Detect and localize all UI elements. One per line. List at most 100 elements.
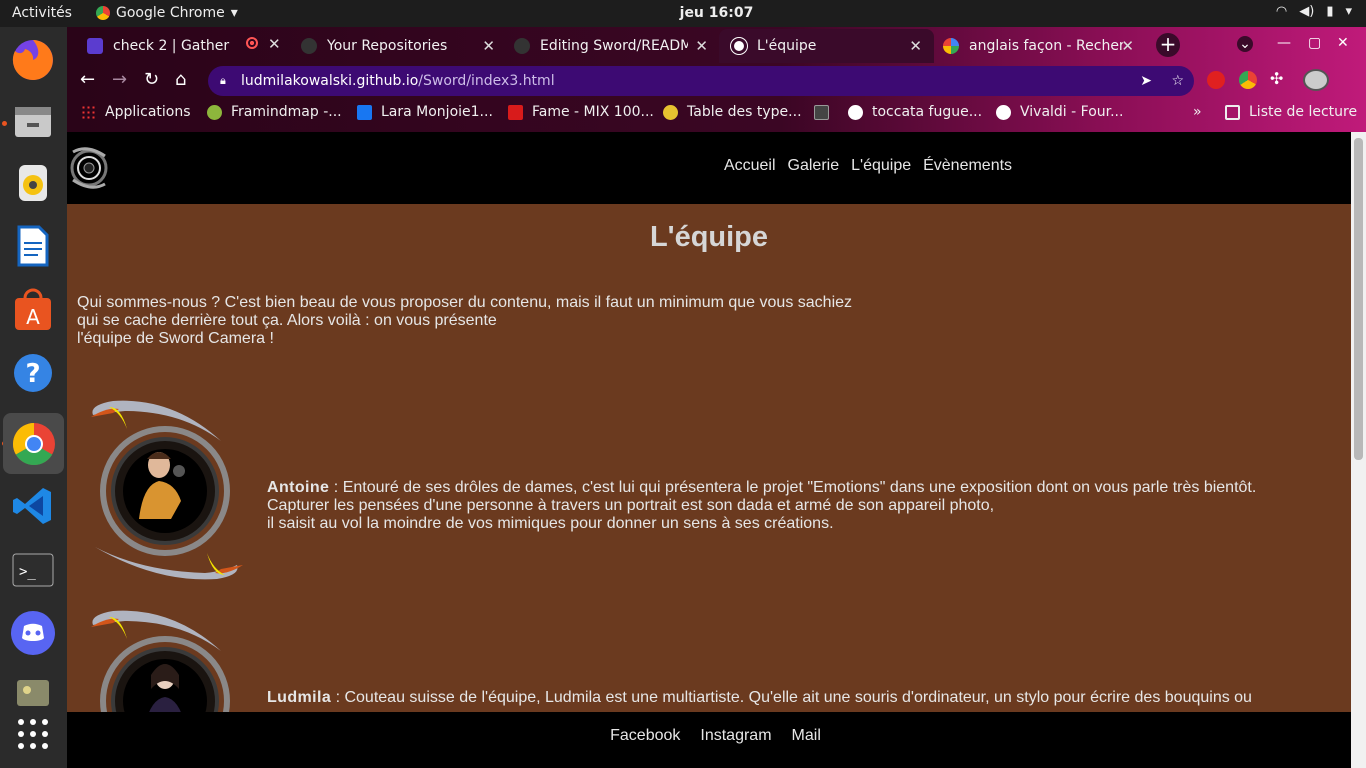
tab-title: check 2 | Gather: [113, 38, 230, 54]
member-name: Antoine: [267, 479, 330, 496]
address-bar[interactable]: 🔒︎ ludmilakowalski.github.io/Sword/index…: [208, 66, 1194, 96]
footer-instagram-link[interactable]: Instagram: [700, 727, 771, 745]
bookmark-applications[interactable]: Applications: [81, 104, 191, 120]
scrollbar-thumb[interactable]: [1354, 138, 1363, 460]
wifi-icon: ◠: [1275, 4, 1288, 19]
url-domain: ludmilakowalski.github.io: [241, 73, 419, 89]
help-icon[interactable]: ?: [8, 348, 58, 398]
nav-galerie[interactable]: Galerie: [788, 157, 840, 175]
extension-icon[interactable]: [1239, 71, 1257, 89]
rhythmbox-icon[interactable]: [8, 158, 58, 208]
facebook-icon: [357, 104, 372, 120]
bookmark-fame[interactable]: Fame - MIX 100...: [508, 104, 654, 120]
browser-chrome: check 2 | Gather ✕ Your Repositories ✕ E…: [67, 27, 1366, 132]
tab-title: Editing Sword/READM: [540, 38, 688, 54]
vscode-icon[interactable]: [8, 481, 58, 531]
pokemon-icon: [663, 104, 678, 120]
nav-equipe[interactable]: L'équipe: [851, 157, 911, 175]
close-tab-icon[interactable]: ✕: [268, 35, 281, 53]
svg-text:A: A: [26, 305, 40, 329]
send-icon[interactable]: ➤: [1140, 66, 1152, 96]
framindmap-icon: [207, 104, 222, 120]
tab-title: anglais façon - Recher: [969, 38, 1123, 54]
gather-icon: [87, 38, 103, 54]
reading-list-icon: [1225, 104, 1240, 120]
globe-icon: [731, 38, 747, 54]
close-tab-icon[interactable]: ✕: [1121, 37, 1134, 55]
puzzle-icon[interactable]: ✣: [1270, 69, 1283, 88]
tab-anglais[interactable]: anglais façon - Recher ✕: [943, 29, 1134, 63]
footer-nav: Facebook Instagram Mail: [67, 727, 1351, 745]
lock-icon: 🔒︎: [220, 74, 226, 87]
site-nav: Accueil Galerie L'équipe Évènements: [67, 157, 1351, 175]
fame-icon: [508, 104, 523, 120]
battery-icon: ▮: [1326, 4, 1334, 19]
extension-icon[interactable]: [1207, 71, 1225, 89]
volume-icon: ◀): [1299, 4, 1315, 19]
close-window-icon[interactable]: ✕: [1337, 35, 1349, 51]
more-bookmarks-icon[interactable]: »: [1193, 104, 1202, 120]
tab-title: Your Repositories: [327, 38, 448, 54]
member-photo-antoine: [91, 400, 243, 580]
close-tab-icon[interactable]: ✕: [695, 37, 708, 55]
toolbar: ← → ↻ ⌂ 🔒︎ ludmilakowalski.github.io/Swo…: [67, 63, 1366, 99]
bookmark-lara[interactable]: Lara Monjoie1...: [357, 104, 493, 120]
bookmark-vivaldi[interactable]: Vivaldi - Four...: [996, 104, 1123, 120]
bookmarks-bar: Applications Framindmap -... Lara Monjoi…: [67, 99, 1366, 127]
bookmark-star-icon[interactable]: ☆: [1171, 66, 1184, 96]
nav-accueil[interactable]: Accueil: [724, 157, 776, 175]
dock: A ? >_: [0, 27, 67, 768]
maximize-icon[interactable]: ▢: [1308, 35, 1321, 51]
recording-icon: [246, 37, 258, 49]
discord-icon[interactable]: [8, 608, 58, 658]
tab-editing-sword[interactable]: Editing Sword/READM ✕: [514, 29, 708, 63]
file-manager-icon[interactable]: [8, 96, 58, 146]
member-bio-antoine: Antoine : Entouré de ses drôles de dames…: [267, 479, 1257, 532]
globe-icon: [996, 104, 1011, 120]
reading-list[interactable]: Liste de lecture: [1225, 104, 1357, 120]
footer-mail-link[interactable]: Mail: [792, 727, 821, 745]
nav-evenements[interactable]: Évènements: [923, 157, 1012, 175]
url-path: /Sword/index3.html: [418, 73, 555, 89]
bookmark-table-types[interactable]: Table des type...: [663, 104, 802, 120]
bookmark-framindmap[interactable]: Framindmap -...: [207, 104, 342, 120]
apps-grid-icon: [81, 104, 96, 120]
close-tab-icon[interactable]: ✕: [482, 37, 495, 55]
chrome-dock-icon[interactable]: [3, 413, 64, 474]
avatar[interactable]: [1303, 69, 1329, 91]
page-title: L'équipe: [649, 221, 769, 253]
chevron-down-icon: ▾: [1345, 4, 1352, 19]
member-bio-ludmila: Ludmila : Couteau suisse de l'équipe, Lu…: [267, 689, 1252, 706]
firefox-icon[interactable]: [8, 35, 58, 85]
globe-icon: [848, 104, 863, 120]
writer-icon[interactable]: [8, 221, 58, 271]
tab-lequipe[interactable]: L'équipe ✕: [719, 29, 934, 63]
software-center-icon[interactable]: A: [8, 285, 58, 335]
back-icon[interactable]: ←: [80, 69, 95, 90]
home-icon[interactable]: ⌂: [175, 69, 186, 90]
tab-search-icon[interactable]: ⌄: [1237, 36, 1253, 52]
bookmark-toccata[interactable]: toccata fugue...: [814, 104, 982, 120]
system-top-bar: Activités Google Chrome ▾ jeu 16:07 ◠ ◀)…: [0, 0, 1366, 27]
clock[interactable]: jeu 16:07: [0, 5, 1366, 21]
footer-facebook-link[interactable]: Facebook: [610, 727, 680, 745]
webpage: Accueil Galerie L'équipe Évènements L'éq…: [67, 132, 1351, 768]
forward-icon[interactable]: →: [112, 69, 127, 90]
system-tray[interactable]: ◠ ◀) ▮ ▾: [1276, 4, 1352, 19]
scrollbar[interactable]: [1351, 132, 1366, 768]
reload-icon[interactable]: ↻: [144, 69, 159, 90]
google-icon: [943, 38, 959, 54]
site-header: Accueil Galerie L'équipe Évènements: [67, 132, 1351, 204]
tab-title: L'équipe: [757, 38, 817, 54]
terminal-icon[interactable]: >_: [8, 545, 58, 595]
show-applications-icon[interactable]: [8, 709, 58, 759]
github-icon: [301, 38, 317, 54]
svg-text:?: ?: [25, 359, 40, 389]
tab-repositories[interactable]: Your Repositories ✕: [301, 29, 495, 63]
site-footer: Facebook Instagram Mail: [67, 712, 1351, 768]
github-icon: [514, 38, 530, 54]
minimize-icon[interactable]: —: [1277, 35, 1291, 51]
member-name: Ludmila: [267, 689, 332, 706]
close-tab-icon[interactable]: ✕: [909, 37, 922, 55]
new-tab-button[interactable]: +: [1156, 33, 1180, 57]
